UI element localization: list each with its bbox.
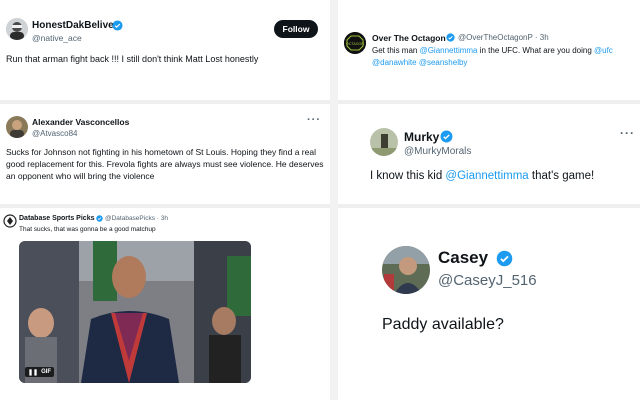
more-options-icon[interactable]: ··· — [307, 114, 321, 126]
tweet-text: Paddy available? — [382, 316, 504, 333]
verified-badge-icon — [496, 250, 513, 267]
gif-image — [19, 241, 251, 383]
author-name[interactable]: Database Sports Picks — [19, 215, 94, 222]
avatar[interactable] — [6, 18, 28, 40]
text-suffix: that's game! — [528, 170, 595, 182]
handle-text[interactable]: @OverTheOctagonP — [458, 33, 533, 42]
verified-badge-icon — [96, 215, 103, 222]
handle-text[interactable]: @DatabasePicks — [105, 215, 155, 222]
tweet-text: Run that arman fight back !!! I still do… — [6, 54, 259, 64]
tweet-database-sports-picks[interactable]: Database Sports Picks @DatabasePicks · 3… — [0, 208, 330, 400]
avatar-image — [3, 214, 17, 228]
tweet-murky[interactable]: Murky @MurkyMorals ··· I know this kid @… — [338, 104, 640, 204]
tweet-text: Sucks for Johnson not fighting in his ho… — [6, 147, 326, 181]
gif-label: GIF — [41, 369, 52, 375]
author-handle[interactable]: @DatabasePicks · 3h — [105, 215, 168, 222]
verified-badge-icon — [446, 33, 455, 42]
avatar[interactable] — [3, 214, 17, 228]
mention-link[interactable]: @Giannettimma — [445, 170, 528, 182]
author-name[interactable]: Murky — [404, 130, 439, 144]
avatar[interactable] — [370, 128, 398, 156]
avatar-image — [382, 246, 430, 294]
timestamp[interactable]: · 3h — [535, 33, 549, 42]
mention-link[interactable]: @danawhite — [372, 58, 417, 67]
author-handle[interactable]: @OverTheOctagonP · 3h — [458, 33, 549, 42]
column-divider — [330, 0, 338, 400]
avatar-image — [370, 128, 398, 156]
octagon-logo-icon: OCTAGON — [344, 32, 366, 54]
avatar[interactable] — [6, 116, 28, 138]
gif-controls[interactable]: ❚❚ GIF — [25, 367, 55, 377]
author-name[interactable]: Over The Octagon — [372, 33, 446, 43]
author-name[interactable]: Alexander Vasconcellos — [32, 117, 129, 127]
text-prefix: I know this kid — [370, 170, 446, 182]
author-handle[interactable]: @native_ace — [32, 33, 82, 43]
author-handle[interactable]: @MurkyMorals — [404, 146, 471, 157]
author-handle[interactable]: @CaseyJ_516 — [438, 272, 537, 289]
tweet-alexander-vasconcellos[interactable]: Alexander Vasconcellos @Atvasco84 ··· Su… — [0, 104, 330, 204]
author-handle[interactable]: @Atvasco84 — [32, 129, 77, 138]
author-name[interactable]: HonestDakBeliver — [32, 20, 118, 31]
tweet-overtheoctagon[interactable]: OCTAGON Over The Octagon @OverTheOctagon… — [338, 0, 640, 100]
gif-media[interactable]: ❚❚ GIF — [19, 241, 251, 383]
verified-badge-icon — [440, 130, 453, 143]
mention-link[interactable]: @ufc — [594, 46, 613, 55]
follow-button[interactable]: Follow — [274, 20, 318, 38]
verified-badge-icon — [112, 20, 123, 31]
more-options-icon[interactable]: ··· — [620, 126, 635, 140]
author-name[interactable]: Casey — [438, 248, 488, 268]
avatar[interactable]: OCTAGON — [344, 32, 366, 54]
tweet-honestdakbeliver[interactable]: HonestDakBeliver @native_ace Follow Run … — [0, 0, 330, 100]
avatar-image — [6, 18, 28, 40]
text-mid: in the UFC. What are you doing — [477, 46, 594, 55]
avatar-image — [6, 116, 28, 138]
avatar-text: OCTAGON — [346, 42, 364, 46]
mention-link[interactable]: @seanshelby — [419, 58, 468, 67]
tweet-text: Get this man @Giannettimma in the UFC. W… — [372, 45, 638, 69]
tweet-casey[interactable]: Casey @CaseyJ_516 Paddy available? — [338, 208, 640, 400]
pause-icon[interactable]: ❚❚ — [28, 369, 38, 376]
mention-link[interactable]: @Giannettimma — [420, 46, 478, 55]
timestamp[interactable]: · 3h — [157, 215, 168, 222]
avatar[interactable] — [382, 246, 430, 294]
tweet-text: That sucks, that was gonna be a good mat… — [19, 226, 156, 233]
text-prefix: Get this man — [372, 46, 420, 55]
tweet-text: I know this kid @Giannettimma that's gam… — [370, 170, 636, 182]
